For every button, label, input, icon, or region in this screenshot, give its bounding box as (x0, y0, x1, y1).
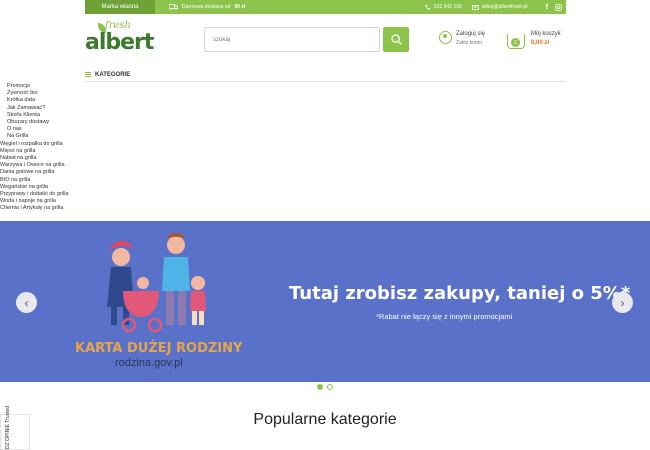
register-link[interactable]: Załóż konto (456, 40, 485, 46)
popular-categories-title: Popularne kategorie (253, 411, 397, 428)
phone-number: 531 542 100 (434, 4, 462, 10)
phone-link[interactable]: 531 542 100 (425, 4, 462, 10)
delivery-info: Darmowa dostawa od 99 zł (169, 0, 245, 14)
cart-count-badge: 0 (511, 38, 520, 47)
email-address: sklep@albertfresh.pl (481, 4, 528, 10)
trust-badge-label: DZ OPINIE Trusted (5, 405, 11, 449)
grill-submenu: Węgiel i rozpałka do grilla Mięso na gri… (0, 141, 68, 213)
menu-item-krotka-data[interactable]: Krótka data (7, 97, 68, 104)
kdr-card-title: KARTA DUŻEJ RODZINY (75, 341, 243, 356)
delivery-amount: 99 zł (234, 4, 246, 10)
instagram-icon[interactable] (555, 3, 562, 11)
submenu-item[interactable]: Woda i napoje na grilla (0, 198, 68, 205)
chevron-left-icon: ‹ (24, 295, 29, 310)
submenu-item[interactable]: Mięso na grilla (0, 148, 68, 155)
search-icon (390, 34, 402, 45)
mail-icon (471, 4, 479, 10)
brand-tab[interactable]: Marka własna (85, 0, 155, 14)
menu-item-zywnosc-bio[interactable]: Żywność bio (7, 90, 68, 97)
cart-label: Mój koszyk (531, 31, 561, 37)
truck-icon (169, 4, 178, 10)
kdr-card-url: rodzina.gov.pl (115, 357, 183, 369)
carousel-dot[interactable] (317, 384, 323, 390)
cart-link[interactable]: 0 Mój koszyk 0,00 zł (507, 31, 561, 49)
menu-item-o-nas[interactable]: O nas (7, 126, 68, 133)
albert-fresh-logo[interactable]: fresh albert (85, 20, 155, 58)
submenu-item[interactable]: Chemia i Artykuły na grilla (0, 205, 68, 212)
hero-banner[interactable]: KARTA DUŻEJ RODZINY rodzina.gov.pl Tutaj… (0, 221, 650, 382)
submenu-item[interactable]: Dania gotowe na grilla (0, 169, 68, 176)
basket-icon: 0 (507, 34, 525, 49)
menu-item-obszary-dostawy[interactable]: Obszary dostawy (7, 119, 68, 126)
submenu-item[interactable]: Węgiel i rozpałka do grilla (0, 141, 68, 148)
cart-total: 0,00 zł (531, 40, 550, 46)
menu-item-jak-zamawiac[interactable]: Jak Zamawiać? (7, 105, 68, 112)
main-menu: Promocje Żywność bio Krótka data Jak Zam… (0, 83, 68, 213)
carousel-next-button[interactable]: › (612, 292, 633, 313)
categories-label: KATEGORIE (95, 71, 131, 78)
trusted-shops-badge[interactable]: DZ OPINIE Trusted (0, 406, 30, 450)
logo-albert-text: albert (85, 30, 154, 55)
account-link[interactable]: Zaloguj się Załóż konto (439, 31, 485, 46)
user-icon (439, 31, 452, 44)
email-link[interactable]: sklep@albertfresh.pl (471, 4, 528, 10)
banner-headline: Tutaj zrobisz zakupy, taniej o 5%* (289, 283, 631, 304)
hamburger-icon (85, 72, 91, 77)
banner-note: *Rabat nie łączy się z innymi promocjami (376, 312, 513, 321)
submenu-item[interactable]: BIO na grilla (0, 177, 68, 184)
submenu-item[interactable]: Wegańskie na grilla (0, 184, 68, 191)
submenu-item[interactable]: Warzywa i Owoce na grilla (0, 162, 68, 169)
login-link[interactable]: Zaloguj się (456, 31, 485, 37)
carousel-dot[interactable] (327, 384, 333, 390)
phone-icon (425, 4, 431, 10)
carousel-prev-button[interactable]: ‹ (16, 292, 37, 313)
categories-bar[interactable]: KATEGORIE (85, 68, 566, 82)
carousel-dots (317, 384, 333, 390)
chevron-right-icon: › (620, 295, 625, 310)
delivery-text: Darmowa dostawa od (182, 4, 231, 10)
submenu-item[interactable]: Przyprawy i dodatki do grilla (0, 191, 68, 198)
search-input[interactable] (205, 28, 365, 52)
social-links: f (546, 0, 562, 14)
menu-list: Promocje Żywność bio Krótka data Jak Zam… (0, 83, 68, 141)
menu-item-na-grilla[interactable]: Na Grilla (7, 133, 68, 140)
top-bar: Marka własna Darmowa dostawa od 99 zł 53… (85, 0, 566, 14)
menu-item-strefa-klienta[interactable]: Strefa Klienta (7, 112, 68, 119)
family-card-graphic: KARTA DUŻEJ RODZINY rodzina.gov.pl (63, 221, 243, 382)
search-button[interactable] (383, 27, 409, 52)
submenu-item[interactable]: Nabiał na grilla (0, 155, 68, 162)
search-box (204, 27, 380, 52)
facebook-icon[interactable]: f (546, 4, 548, 11)
contact-info: 531 542 100 sklep@albertfresh.pl (425, 0, 527, 14)
family-illustration (107, 233, 206, 333)
